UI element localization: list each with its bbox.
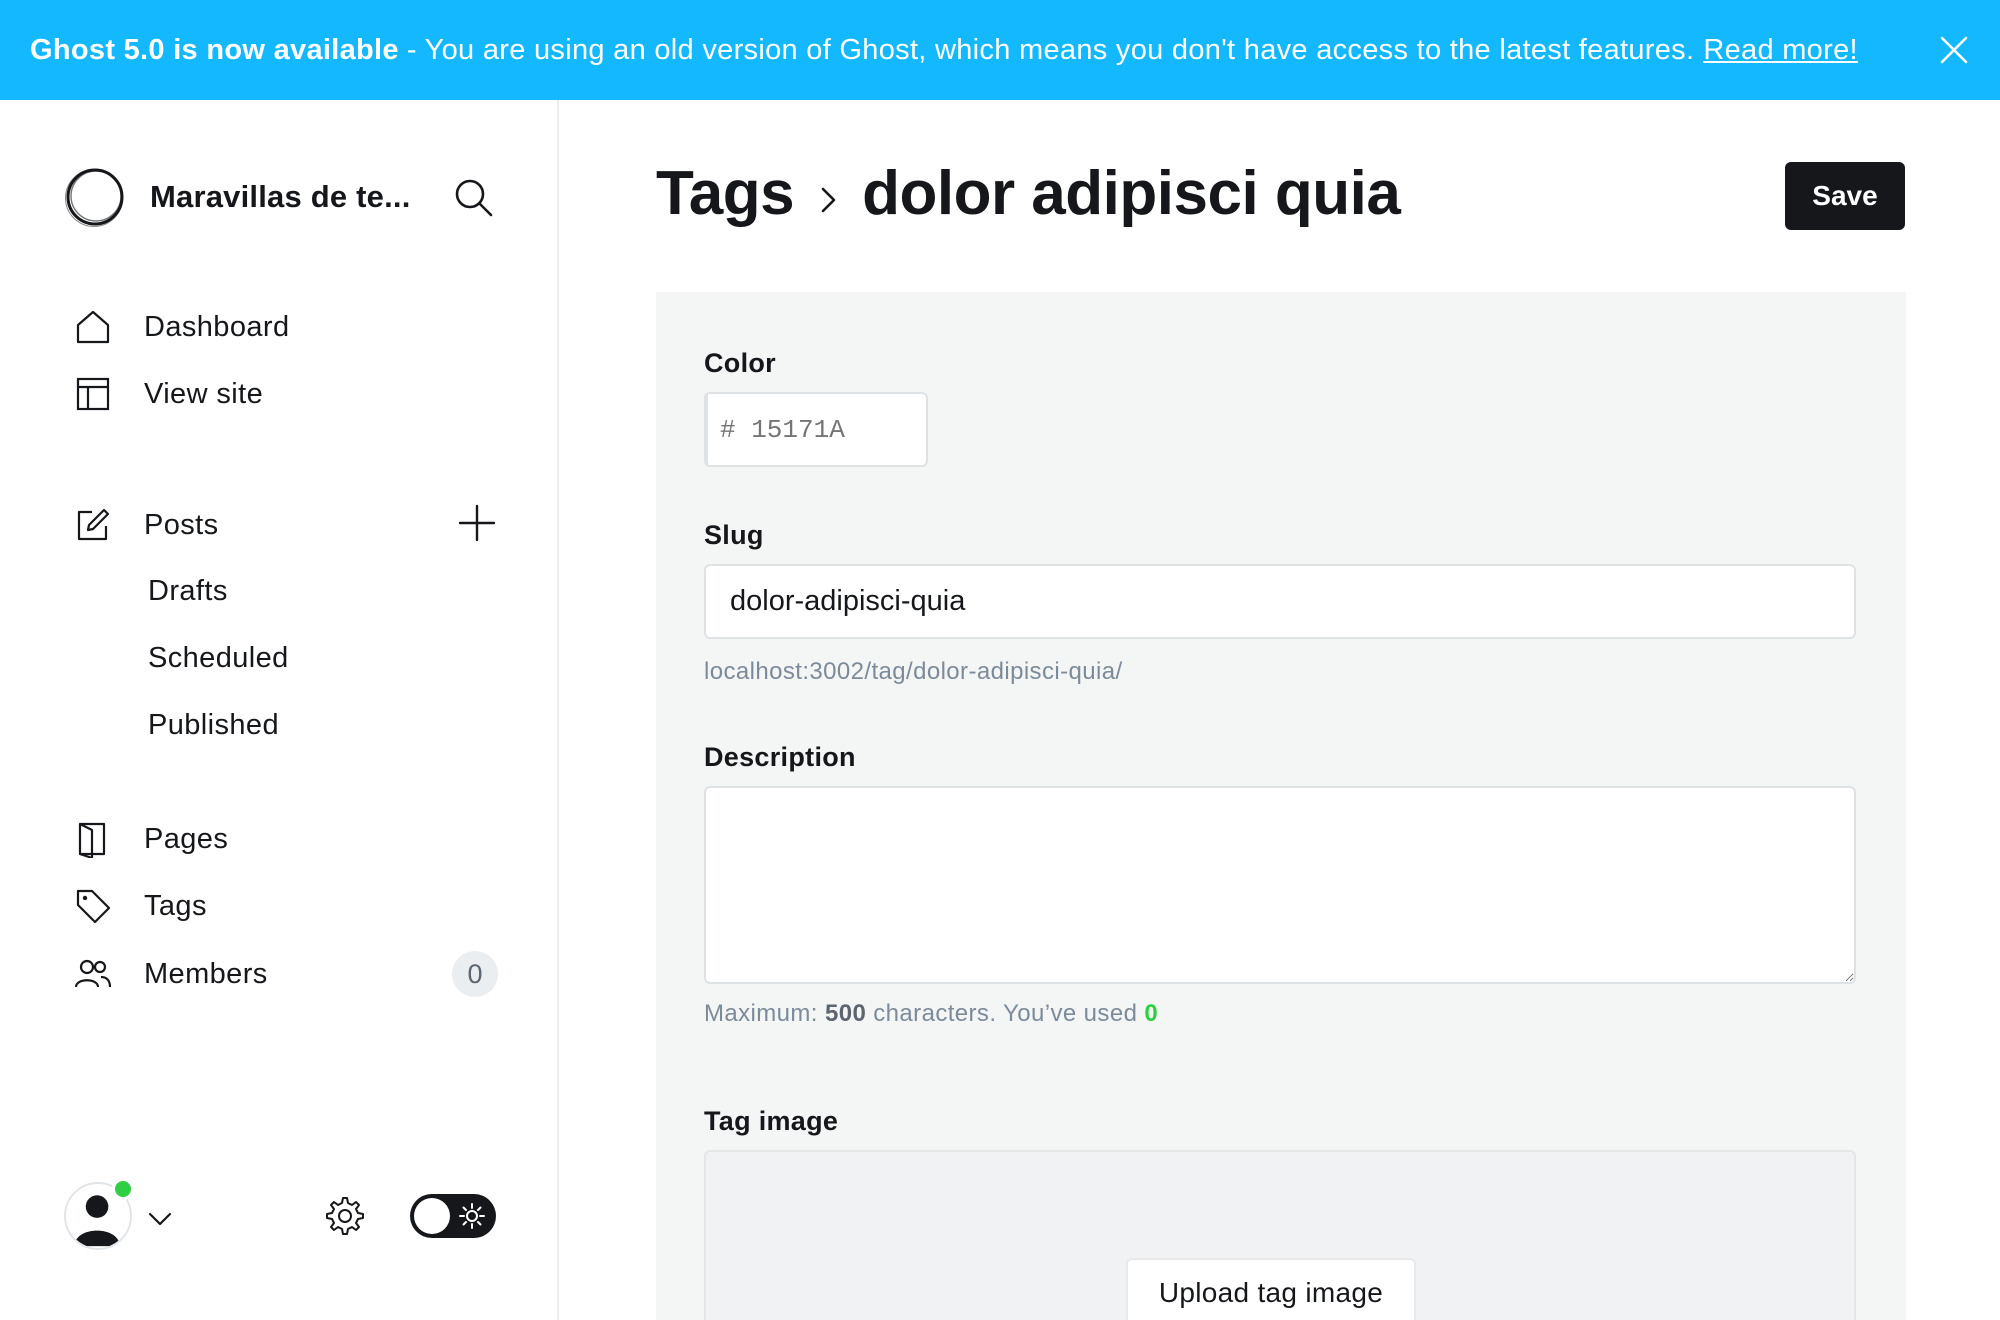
tag-title: dolor adipisci quia xyxy=(862,159,1401,228)
sidebar-item-published[interactable]: Published xyxy=(148,709,279,742)
site-name: Maravillas de te... xyxy=(150,179,411,214)
breadcrumb-tags-link[interactable]: Tags xyxy=(656,158,795,229)
sun-icon xyxy=(459,1203,485,1229)
banner-read-more-link[interactable]: Read more! xyxy=(1703,34,1858,67)
upload-tag-image-button[interactable]: Upload tag image xyxy=(1126,1258,1416,1320)
sidebar: Maravillas de te... Dashboard View site … xyxy=(0,100,559,1320)
char-max: 500 xyxy=(824,1000,867,1027)
members-count-badge: 0 xyxy=(452,951,498,997)
sidebar-item-dashboard[interactable]: Dashboard xyxy=(74,308,289,346)
sidebar-item-view-site[interactable]: View site xyxy=(74,375,263,413)
description-char-count: Maximum: 500 characters. You’ve used 0 xyxy=(704,1000,1158,1028)
sidebar-item-pages[interactable]: Pages xyxy=(74,820,228,858)
sidebar-item-label: Posts xyxy=(144,508,219,541)
sidebar-item-tags[interactable]: Tags xyxy=(74,887,207,925)
page-icon xyxy=(78,822,106,858)
sidebar-item-members[interactable]: Members xyxy=(74,955,268,993)
color-field xyxy=(704,392,1056,467)
online-status-dot xyxy=(112,1178,134,1200)
description-textarea[interactable] xyxy=(704,786,1856,984)
edit-icon xyxy=(77,508,110,541)
gear-icon[interactable] xyxy=(323,1194,367,1238)
chevron-right-icon xyxy=(821,187,836,212)
banner-headline: Ghost 5.0 is now available xyxy=(30,33,399,66)
banner-message: - You are using an old version of Ghost,… xyxy=(406,33,1695,66)
description-label: Description xyxy=(704,742,856,772)
page-title: Tags dolor adipisci quia xyxy=(656,158,1401,229)
sidebar-item-label: Dashboard xyxy=(144,310,290,343)
tag-settings-panel: Color Slug localhost:3002/tag/dolor-adip… xyxy=(656,292,1906,1320)
layout-icon xyxy=(76,377,110,411)
chevron-down-icon[interactable] xyxy=(146,1204,174,1232)
sidebar-item-label: Tags xyxy=(144,889,207,922)
slug-url-preview: localhost:3002/tag/dolor-adipisci-quia/ xyxy=(704,658,1123,685)
tag-image-dropzone[interactable]: Upload tag image xyxy=(704,1150,1856,1320)
char-hint-middle: characters. You’ve used xyxy=(873,1000,1138,1027)
close-icon[interactable] xyxy=(1936,32,1972,68)
color-label: Color xyxy=(704,348,776,378)
sidebar-item-label: Members xyxy=(144,957,268,990)
sidebar-item-label: View site xyxy=(144,377,264,410)
site-brand[interactable]: Maravillas de te... xyxy=(64,166,411,228)
char-hint-prefix: Maximum: xyxy=(704,1000,818,1027)
save-button[interactable]: Save xyxy=(1785,162,1905,230)
slug-label: Slug xyxy=(704,520,764,550)
sidebar-item-label: Pages xyxy=(144,822,229,855)
color-input[interactable] xyxy=(708,394,1056,465)
tag-icon xyxy=(76,889,111,924)
update-banner: Ghost 5.0 is now available - You are usi… xyxy=(0,0,2000,100)
sidebar-item-drafts[interactable]: Drafts xyxy=(148,575,228,608)
tag-image-label: Tag image xyxy=(704,1106,839,1136)
theme-toggle[interactable] xyxy=(410,1194,496,1238)
char-used: 0 xyxy=(1144,1000,1159,1027)
slug-input[interactable] xyxy=(704,564,1856,639)
sidebar-item-posts[interactable]: Posts xyxy=(74,506,219,544)
user-avatar[interactable] xyxy=(64,1178,134,1252)
add-post-icon[interactable] xyxy=(458,504,496,542)
members-icon xyxy=(74,959,112,988)
home-icon xyxy=(76,310,110,344)
site-logo-icon xyxy=(65,168,124,227)
search-icon[interactable] xyxy=(452,176,494,218)
toggle-knob xyxy=(414,1198,450,1234)
sidebar-item-scheduled[interactable]: Scheduled xyxy=(148,642,289,675)
